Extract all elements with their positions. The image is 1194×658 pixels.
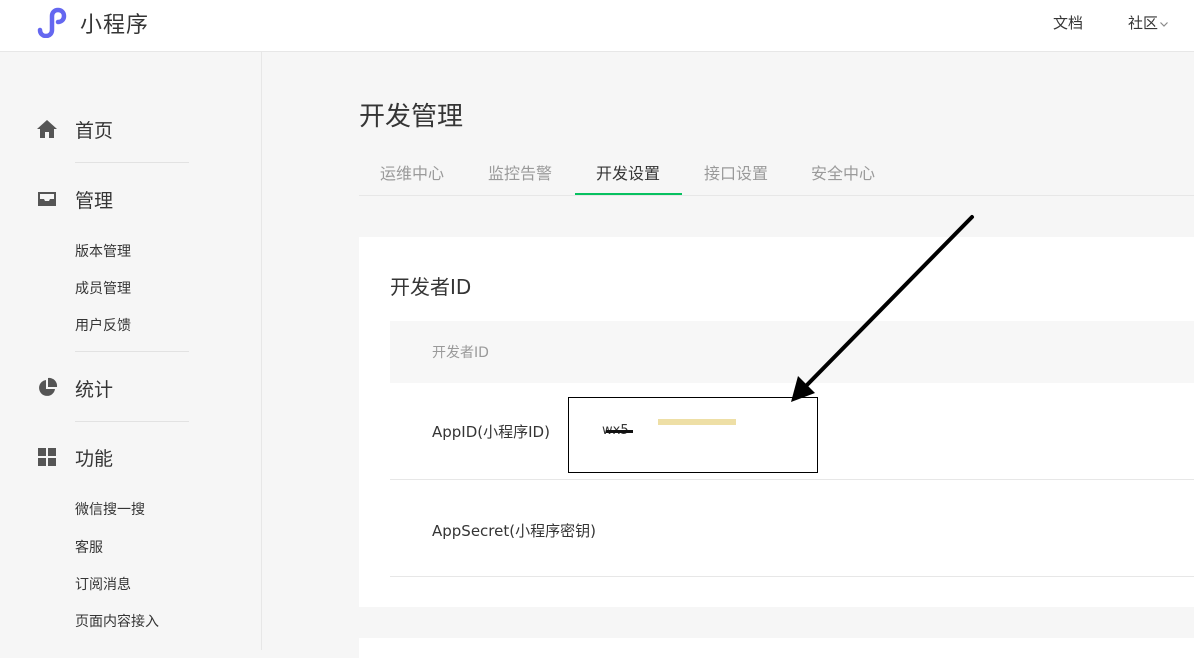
sidebar-item-member-manage[interactable]: 成员管理 [75,278,131,298]
home-icon [37,120,57,138]
pie-chart-icon [39,377,58,396]
community-label: 社区 [1128,14,1159,32]
sidebar-item-version-manage[interactable]: 版本管理 [75,241,131,261]
chevron-down-icon [1160,21,1168,27]
sidebar-item-wechat-search[interactable]: 微信搜一搜 [75,499,145,519]
tab-monitoring[interactable]: 监控告警 [488,160,552,184]
top-bar: 小程序 文档 社区 [0,0,1194,52]
sidebar-divider [75,162,189,163]
miniprogram-logo-icon[interactable] [36,6,72,38]
active-tab-indicator [575,193,682,195]
community-menu[interactable]: 社区 [1128,12,1169,33]
tab-api-settings[interactable]: 接口设置 [704,160,768,184]
sidebar-item-subscribe-message[interactable]: 订阅消息 [75,574,131,594]
brand-title[interactable]: 小程序 [80,7,149,39]
redaction-mark [606,430,633,433]
annotation-box: wx5 [568,397,818,473]
sidebar-divider [75,351,189,352]
tab-dev-settings[interactable]: 开发设置 [596,160,660,184]
sidebar-item-stats[interactable]: 统计 [75,375,113,402]
card-title: 开发者ID [390,275,472,299]
docs-link[interactable]: 文档 [1053,12,1083,33]
appsecret-label: AppSecret(小程序密钥) [432,522,596,540]
sidebar-item-home[interactable]: 首页 [75,116,113,143]
tab-bar: 运维中心 监控告警 开发设置 接口设置 安全中心 [359,150,1194,196]
sidebar-item-manage[interactable]: 管理 [75,186,113,213]
table-header-label: 开发者ID [432,345,489,361]
inbox-icon [38,192,56,206]
page-title: 开发管理 [359,102,464,132]
table-header: 开发者ID [390,321,1194,383]
appid-label: AppID(小程序ID) [432,423,550,441]
tab-security-center[interactable]: 安全中心 [811,160,875,184]
grid-icon [38,448,56,466]
sidebar-item-customer-service[interactable]: 客服 [75,537,103,557]
highlight-mark [658,419,736,425]
sidebar-item-user-feedback[interactable]: 用户反馈 [75,315,131,335]
sidebar-item-page-content[interactable]: 页面内容接入 [75,611,159,631]
table-row-appsecret: AppSecret(小程序密钥) [390,480,1194,577]
sidebar-item-features[interactable]: 功能 [75,444,113,471]
tab-ops-center[interactable]: 运维中心 [380,160,444,184]
sidebar-divider [75,421,189,422]
next-card [359,638,1194,658]
